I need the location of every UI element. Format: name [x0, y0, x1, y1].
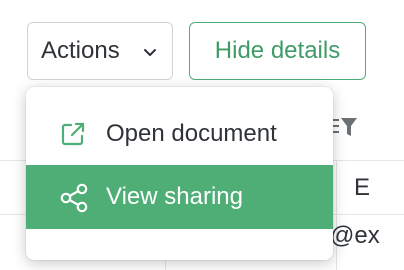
table-cell-email: @ex [330, 222, 380, 249]
share-icon [59, 183, 89, 220]
menu-item-label: View sharing [106, 183, 243, 210]
menu-item-view-sharing[interactable]: View sharing [26, 165, 333, 229]
menu-item-label: Open document [106, 120, 277, 147]
table-column-divider [336, 160, 337, 270]
table-column-header: E [354, 174, 371, 201]
chevron-down-icon [142, 41, 158, 69]
actions-dropdown-menu: Open document View sharing [26, 87, 333, 260]
hide-details-button[interactable]: Hide details [189, 22, 366, 80]
external-link-icon [59, 120, 87, 155]
actions-dropdown-button[interactable]: Actions [27, 22, 173, 80]
actions-button-label: Actions [41, 37, 120, 64]
menu-item-open-document[interactable]: Open document [26, 102, 333, 166]
hide-details-label: Hide details [214, 37, 341, 64]
